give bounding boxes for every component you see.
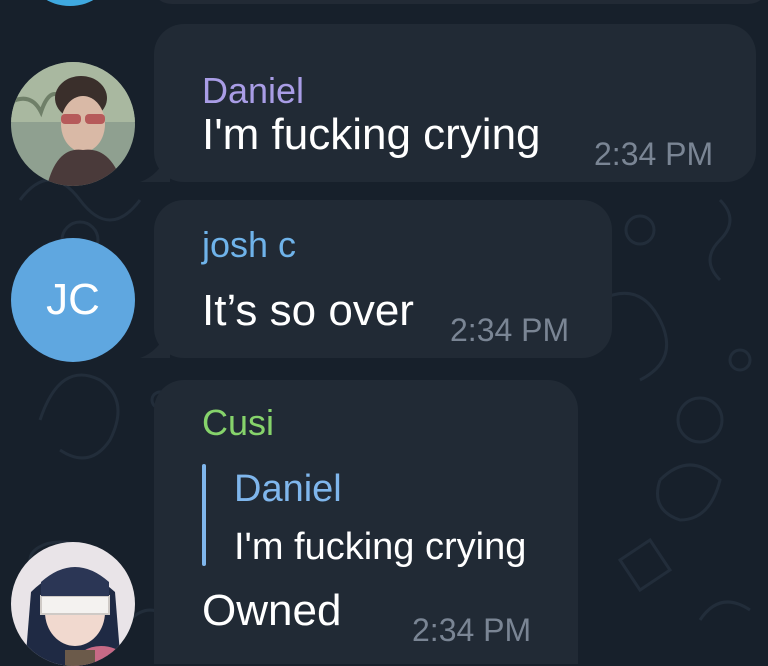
message-timestamp: 2:34 PM xyxy=(594,136,714,172)
reply-sender-name[interactable]: Daniel xyxy=(234,468,342,511)
message-timestamp: 2:34 PM xyxy=(412,612,532,648)
sender-name[interactable]: josh c xyxy=(202,224,296,266)
message-text: Owned xyxy=(202,586,342,635)
anime-avatar-icon xyxy=(11,542,135,666)
avatar-initials: JC xyxy=(46,275,100,324)
bubble-tail xyxy=(140,328,170,358)
bubble-tail xyxy=(140,152,170,182)
sender-name[interactable]: Cusi xyxy=(202,402,274,444)
message-timestamp: 2:34 PM xyxy=(450,312,570,348)
user-photo-avatar-icon xyxy=(11,62,135,186)
message-bubble[interactable]: Cusi Daniel I'm fucking crying Owned 2:3… xyxy=(154,380,578,664)
avatar-cusi[interactable] xyxy=(11,542,135,666)
avatar-josh-c[interactable]: JC xyxy=(11,238,135,362)
previous-message-bubble xyxy=(150,0,768,4)
message-text: I'm fucking crying xyxy=(202,110,541,159)
message-text: It’s so over xyxy=(202,286,414,335)
reply-quoted-text[interactable]: I'm fucking crying xyxy=(234,526,526,569)
avatar-daniel[interactable] xyxy=(11,62,135,186)
sender-name[interactable]: Daniel xyxy=(202,70,304,112)
reply-quote-bar xyxy=(202,464,206,566)
message-bubble[interactable]: josh c It’s so over 2:34 PM xyxy=(140,200,612,358)
message-bubble[interactable]: Daniel I'm fucking crying 2:34 PM xyxy=(140,24,756,182)
